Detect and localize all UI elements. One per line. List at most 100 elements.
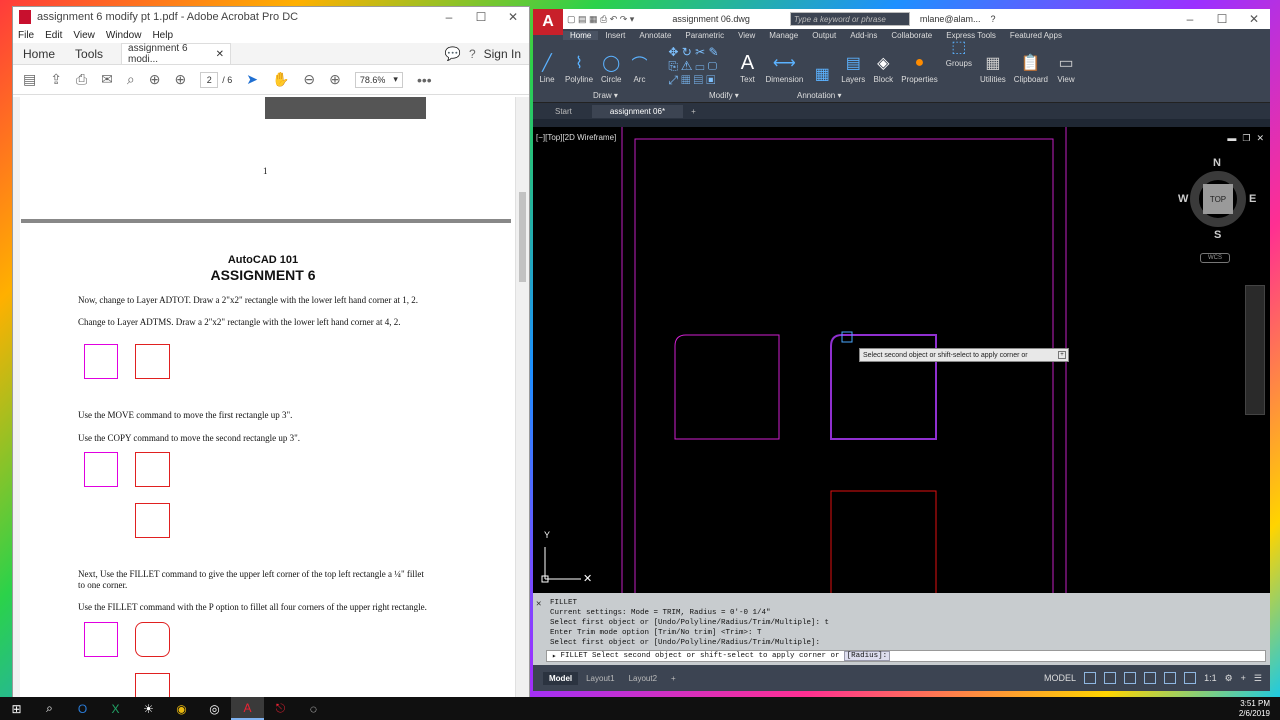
upload-icon[interactable]: ⇪ xyxy=(50,71,62,88)
acrobat-window[interactable]: assignment 6 modify pt 1.pdf - Adobe Acr… xyxy=(12,6,530,700)
groups-tool[interactable]: ⬚ Groups xyxy=(942,39,976,102)
outlook-icon[interactable]: O xyxy=(66,697,99,720)
navigation-bar[interactable] xyxy=(1245,285,1265,415)
compass-west[interactable]: W xyxy=(1178,193,1188,205)
email-icon[interactable]: ✉ xyxy=(101,71,113,88)
arc-tool[interactable]: ⌒ Arc xyxy=(625,41,653,102)
modify-icons[interactable]: ✥ ↻ ✂ ✎ ⎘ ⚠ ▭ ▢ ⤢ ▦ ▤ ▣ xyxy=(668,45,718,87)
menu-edit[interactable]: Edit xyxy=(45,30,62,41)
vertical-scrollbar[interactable] xyxy=(515,97,529,700)
panel-annotation[interactable]: Annotation ▾ xyxy=(797,91,842,100)
search-icon[interactable]: ⌕ xyxy=(127,71,135,88)
polar-icon[interactable] xyxy=(1144,672,1157,684)
file-tab-start[interactable]: Start xyxy=(537,105,590,118)
layout-tab-1[interactable]: Layout1 xyxy=(580,672,620,685)
osnap-icon[interactable] xyxy=(1164,672,1177,684)
panel-modify[interactable]: Modify ▾ xyxy=(709,91,739,100)
layout-tab-2[interactable]: Layout2 xyxy=(623,672,663,685)
comment-icon[interactable]: 💬 xyxy=(445,46,461,62)
ortho-icon[interactable] xyxy=(1124,672,1137,684)
wcs-menu[interactable]: WCS xyxy=(1200,253,1230,263)
panel-draw[interactable]: Draw ▾ xyxy=(593,91,618,100)
zoom-in-icon[interactable]: ⊕ xyxy=(329,71,341,88)
viewcube[interactable]: TOP N S W E WCS xyxy=(1178,157,1258,263)
new-tab-icon[interactable]: + xyxy=(685,105,702,118)
excel-icon[interactable]: X xyxy=(99,697,132,720)
layers-tool[interactable]: ▤ Layers xyxy=(837,41,869,102)
close-icon[interactable]: ✕ xyxy=(497,10,529,24)
clipboard-tool[interactable]: 📋 Clipboard xyxy=(1010,41,1052,102)
screen-recorder-icon[interactable]: ◎ xyxy=(198,697,231,720)
command-line[interactable]: ✕ FILLET Current settings: Mode = TRIM, … xyxy=(533,593,1270,665)
customize-icon[interactable]: ☰ xyxy=(1254,673,1262,684)
ribbon-tab-annotate[interactable]: Annotate xyxy=(632,31,678,40)
autocad-logo-icon[interactable]: A xyxy=(533,9,563,35)
menu-window[interactable]: Window xyxy=(106,30,142,41)
hand-tool-icon[interactable]: ✋ xyxy=(272,71,289,88)
tab-tools[interactable]: Tools xyxy=(65,43,113,64)
maximize-icon[interactable]: ☐ xyxy=(465,10,497,24)
ribbon-tab-addins[interactable]: Add-ins xyxy=(843,31,884,40)
ribbon-tab-output[interactable]: Output xyxy=(805,31,843,40)
compass-south[interactable]: S xyxy=(1214,229,1221,241)
more-tools-icon[interactable]: ••• xyxy=(417,72,432,88)
menu-help[interactable]: Help xyxy=(152,30,173,41)
compass-east[interactable]: E xyxy=(1249,193,1256,205)
page-down-icon[interactable]: ⊕ xyxy=(174,71,186,88)
left-panel-toggle[interactable] xyxy=(13,97,20,700)
line-tool[interactable]: ╱ Line xyxy=(533,41,561,102)
search-input[interactable]: Type a keyword or phrase xyxy=(789,12,910,26)
search-icon[interactable]: ⌕ xyxy=(33,697,66,720)
ribbon-tab-parametric[interactable]: Parametric xyxy=(678,31,731,40)
ribbon-tab-featured[interactable]: Featured Apps xyxy=(1003,31,1069,40)
quick-access-icons[interactable]: ▢ ▤ ▦ ⎙ ↶ ↷ ▾ xyxy=(567,14,634,25)
tab-home[interactable]: Home xyxy=(13,43,65,64)
zoom-out-icon[interactable]: ⊖ xyxy=(303,71,315,88)
autocad-titlebar[interactable]: A ▢ ▤ ▦ ⎙ ↶ ↷ ▾ assignment 06.dwg Type a… xyxy=(533,9,1270,35)
brightness-icon[interactable]: ☀ xyxy=(132,697,165,720)
help-icon[interactable]: ? xyxy=(991,14,996,24)
chrome-icon[interactable]: ◉ xyxy=(165,697,198,720)
sign-in-button[interactable]: Sign In xyxy=(484,47,521,61)
user-account[interactable]: mlane@alam... xyxy=(920,14,981,24)
model-space-toggle[interactable]: MODEL xyxy=(1044,673,1076,683)
autocad-window[interactable]: A ▢ ▤ ▦ ⎙ ↶ ↷ ▾ assignment 06.dwg Type a… xyxy=(533,9,1270,691)
gear-icon[interactable]: ⚙ xyxy=(1225,673,1233,684)
help-icon[interactable]: ? xyxy=(469,47,476,61)
polyline-tool[interactable]: ⌇ Polyline xyxy=(561,41,597,102)
print-icon[interactable]: ⎙ xyxy=(76,71,87,88)
properties-tool[interactable]: ● Properties xyxy=(897,41,941,102)
autocad-taskbar-icon[interactable]: A xyxy=(231,697,264,720)
ribbon-tab-collaborate[interactable]: Collaborate xyxy=(884,31,939,40)
menu-view[interactable]: View xyxy=(73,30,95,41)
ribbon-tab-home[interactable]: Home xyxy=(563,30,599,40)
ribbon-tab-manage[interactable]: Manage xyxy=(762,31,805,40)
annotation-icon[interactable] xyxy=(1184,672,1197,684)
close-icon[interactable]: ✕ xyxy=(1238,12,1270,26)
command-close-icon[interactable]: ✕ xyxy=(536,599,541,609)
page-up-icon[interactable]: ⊕ xyxy=(149,71,161,88)
block-tool[interactable]: ◈ Block xyxy=(869,41,897,102)
tab-document[interactable]: assignment 6 modi... ✕ xyxy=(121,43,232,65)
utilities-tool[interactable]: ▦ Utilities xyxy=(976,41,1010,102)
menu-file[interactable]: File xyxy=(18,30,34,41)
acrobat-taskbar-icon[interactable]: ⎋ xyxy=(264,697,297,720)
select-cursor-icon[interactable]: ➤ xyxy=(246,71,258,88)
command-input[interactable]: ▸ FILLET Select second object or shift-s… xyxy=(546,650,1266,662)
drawing-viewport[interactable]: [−][Top][2D Wireframe] ▬ ❐ ✕ ✕ Y TOP N S W… xyxy=(533,127,1270,593)
compass-north[interactable]: N xyxy=(1213,157,1221,169)
grid-icon[interactable] xyxy=(1084,672,1097,684)
file-tab-drawing[interactable]: assignment 06* xyxy=(591,104,684,118)
acrobat-titlebar[interactable]: assignment 6 modify pt 1.pdf - Adobe Acr… xyxy=(13,7,529,27)
pdf-document-area[interactable]: 1 AutoCAD 101 ASSIGNMENT 6 Now, change t… xyxy=(13,97,529,700)
layout-tab-model[interactable]: Model xyxy=(543,671,579,685)
maximize-icon[interactable]: ☐ xyxy=(1206,12,1238,26)
ribbon-tab-view[interactable]: View xyxy=(731,31,762,40)
tooltip-close-icon[interactable]: + xyxy=(1058,351,1066,359)
ribbon-tab-insert[interactable]: Insert xyxy=(598,31,632,40)
app-icon[interactable]: ◌ xyxy=(297,697,330,720)
add-layout-icon[interactable]: + xyxy=(665,672,682,685)
viewcube-top-face[interactable]: TOP xyxy=(1203,184,1233,214)
save-icon[interactable]: ▤ xyxy=(23,71,36,88)
page-number-input[interactable]: 2 xyxy=(200,71,219,88)
